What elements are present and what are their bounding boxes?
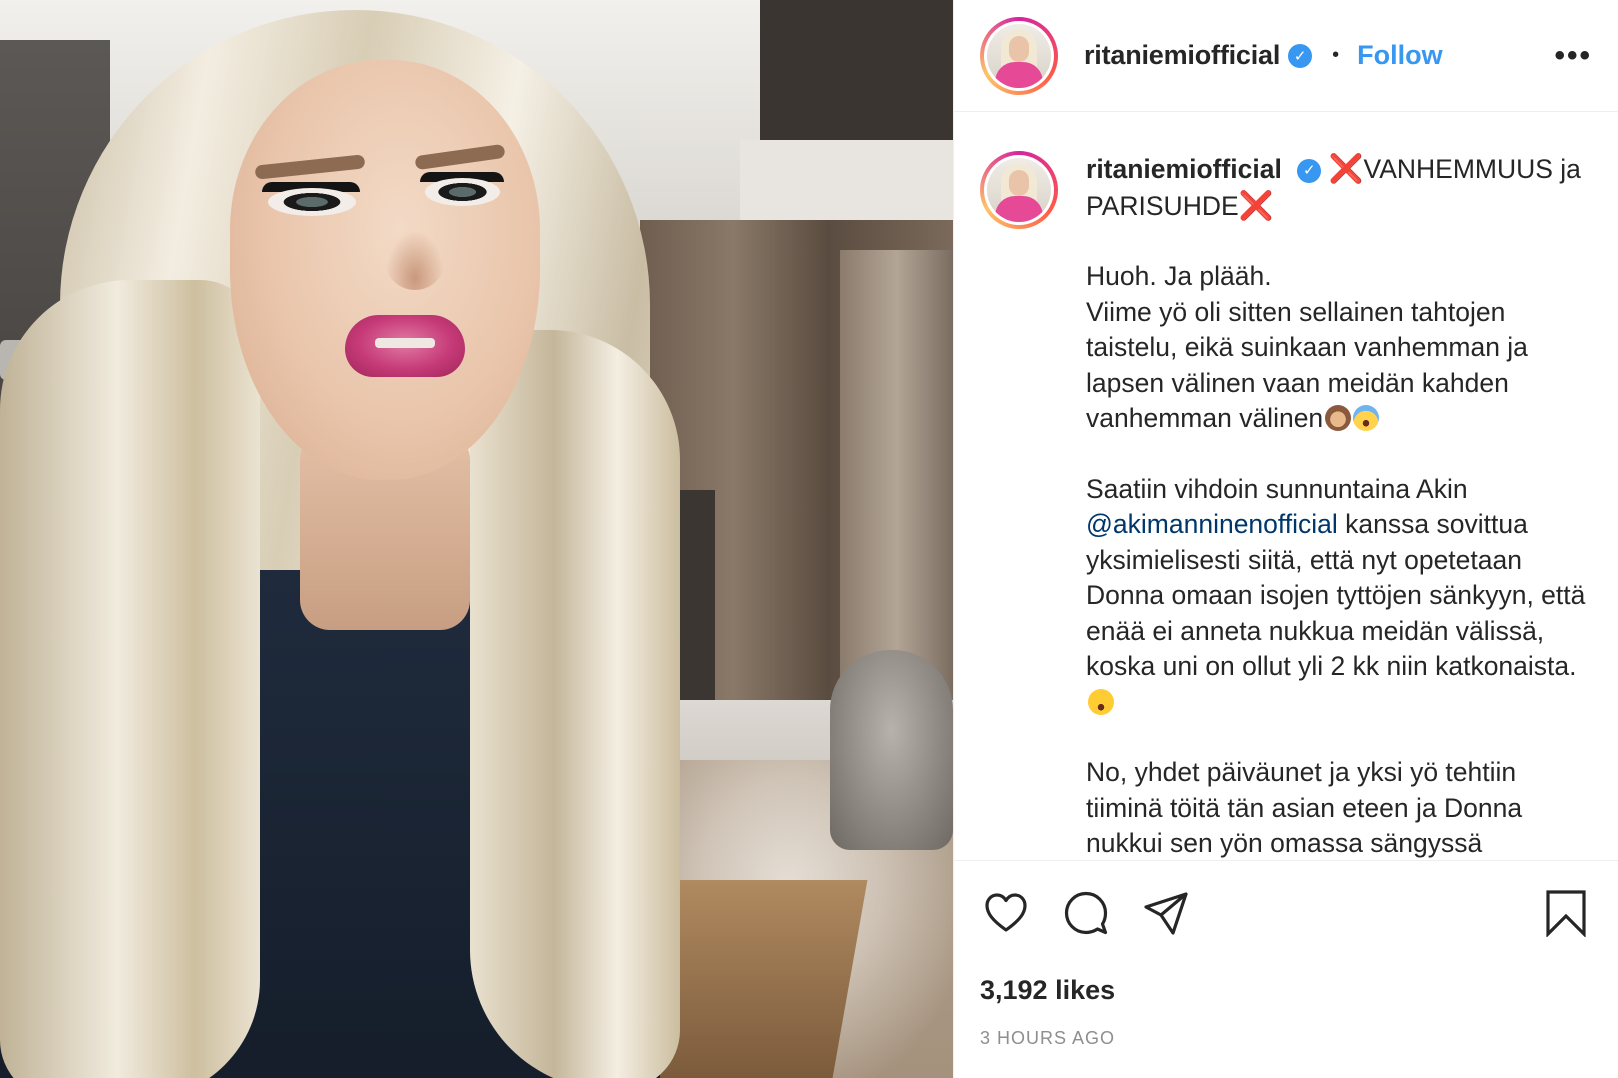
- avatar[interactable]: [980, 16, 1058, 95]
- likes-count[interactable]: 3,192 likes: [980, 975, 1592, 1006]
- person-hair-left: [0, 280, 260, 1078]
- person-eye-left: [268, 188, 356, 216]
- screaming-face-icon: [1353, 405, 1380, 431]
- heart-icon: [985, 893, 1027, 932]
- person-eye-right: [425, 178, 500, 206]
- person-face: [230, 60, 540, 480]
- see-no-evil-monkey-icon: [1325, 405, 1352, 431]
- caption-paragraph-2: Saatiin vihdoin sunnuntaina Akin @akiman…: [1086, 472, 1591, 721]
- bookmark-icon: [1546, 890, 1586, 937]
- caption-area[interactable]: ritaniemiofficial ✓ ❌VANHEMMUUS ja PARIS…: [954, 113, 1618, 860]
- dizzy-face-icon: [1088, 688, 1114, 715]
- avatar-image: [987, 23, 1051, 88]
- caption-row: ritaniemiofficial ✓ ❌VANHEMMUUS ja PARIS…: [980, 151, 1592, 860]
- comment-icon: [1064, 891, 1108, 935]
- caption-paragraph-3: No, yhdet päiväunet ja yksi yö tehtiin t…: [1086, 755, 1591, 860]
- caption-line: No, yhdet päiväunet ja yksi yö tehtiin t…: [1086, 757, 1523, 858]
- post-photo[interactable]: [0, 0, 953, 1078]
- header-separator: •: [1332, 44, 1340, 66]
- post-actions: 3,192 likes 3 HOURS AGO: [954, 860, 1618, 1078]
- caption-line: Viime yö oli sitten sellainen tahtojen t…: [1086, 296, 1528, 434]
- caption-text-segment: Saatiin vihdoin sunnuntaina Akin: [1086, 473, 1468, 504]
- post-header: ritaniemiofficial ✓ • Follow •••: [954, 0, 1618, 112]
- caption-username[interactable]: ritaniemiofficial: [1086, 154, 1282, 184]
- share-icon: [1144, 892, 1188, 935]
- photo-person: [0, 0, 953, 1078]
- person-hair-right: [470, 330, 680, 1078]
- share-button[interactable]: [1140, 887, 1192, 939]
- person-teeth: [375, 338, 435, 348]
- action-icons-row: [980, 861, 1592, 965]
- mention-link[interactable]: @akimanninenofficial: [1086, 509, 1338, 539]
- caption-paragraph-1: Huoh. Ja plääh. Viime yö oli sitten sell…: [1086, 259, 1591, 437]
- caption-text: ritaniemiofficial ✓ ❌VANHEMMUUS ja PARIS…: [1086, 151, 1591, 860]
- more-options-icon[interactable]: •••: [1554, 40, 1592, 71]
- cross-mark-icon: ❌: [1328, 153, 1364, 184]
- comment-button[interactable]: [1060, 887, 1112, 939]
- person-nose: [385, 230, 445, 290]
- instagram-post: ritaniemiofficial ✓ • Follow ••• ritanie…: [0, 0, 1618, 1078]
- verified-badge-icon: ✓: [1288, 43, 1313, 68]
- post-timestamp[interactable]: 3 HOURS AGO: [980, 1028, 1592, 1049]
- post-side-panel: ritaniemiofficial ✓ • Follow ••• ritanie…: [953, 0, 1618, 1078]
- follow-button[interactable]: Follow: [1357, 40, 1442, 71]
- caption-title-line: ritaniemiofficial ✓ ❌VANHEMMUUS ja PARIS…: [1086, 151, 1591, 224]
- caption-avatar-image: [987, 158, 1051, 222]
- save-button[interactable]: [1540, 887, 1592, 939]
- caption-line: Huoh. Ja plääh.: [1086, 261, 1272, 291]
- header-username[interactable]: ritaniemiofficial: [1084, 40, 1280, 71]
- caption-avatar[interactable]: [980, 151, 1058, 229]
- caption-verified-badge-icon: ✓: [1297, 159, 1322, 183]
- like-button[interactable]: [980, 887, 1032, 939]
- cross-mark-icon: ❌: [1238, 189, 1274, 221]
